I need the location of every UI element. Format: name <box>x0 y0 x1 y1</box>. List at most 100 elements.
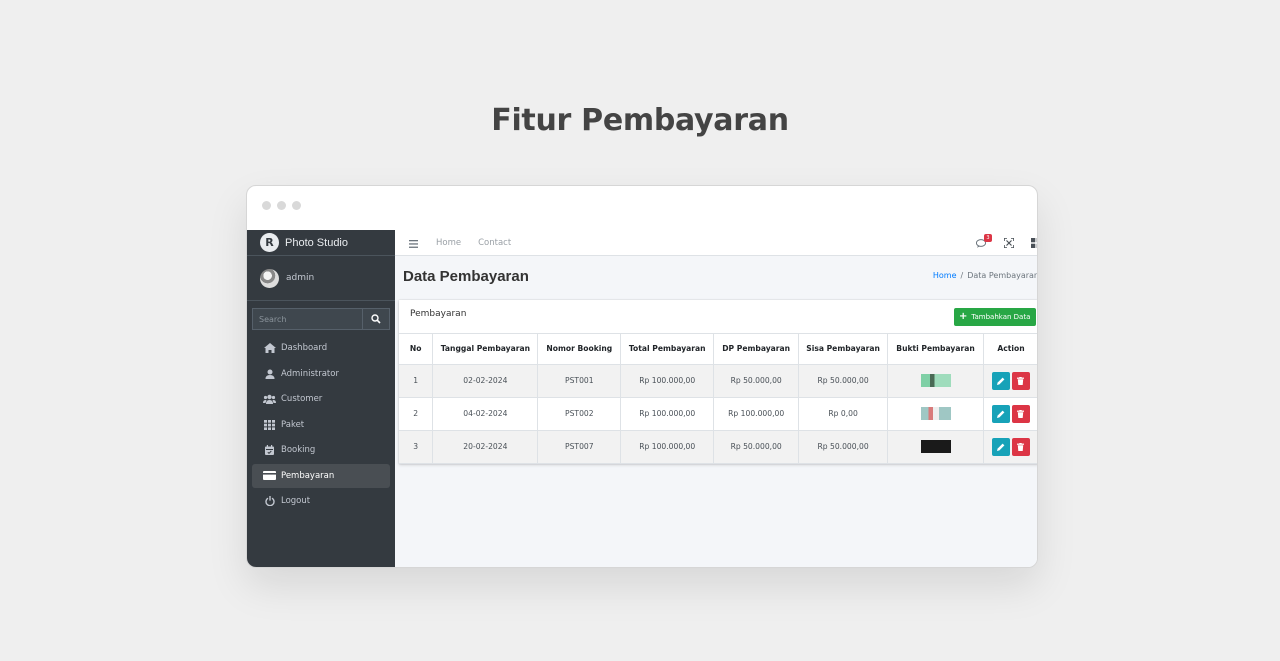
cell-tanggal: 20-02-2024 <box>432 429 539 464</box>
window-dot-icon <box>292 201 301 210</box>
payments-table: No Tanggal Pembayaran Nomor Booking Tota… <box>399 334 1037 464</box>
delete-button[interactable] <box>1011 371 1030 390</box>
sidebar-item-paket[interactable]: Paket <box>252 413 390 437</box>
pencil-icon <box>996 443 1005 451</box>
table-row: 1 02-02-2024 PST001 Rp 100.000,00 Rp 50.… <box>399 363 1037 398</box>
notification-badge: 3 <box>984 233 992 242</box>
brand-link[interactable]: R Photo Studio <box>247 230 395 256</box>
breadcrumb: Home / Data Pembayaran <box>933 271 1038 280</box>
cell-bukti <box>887 396 984 431</box>
column-header[interactable]: DP Pembayaran <box>713 334 800 365</box>
cell-total: Rp 100.000,00 <box>620 396 715 431</box>
column-header[interactable]: No <box>399 334 434 365</box>
sidebar-item-label: Customer <box>281 394 323 404</box>
delete-button[interactable] <box>1011 404 1030 423</box>
table-header-row: No Tanggal Pembayaran Nomor Booking Tota… <box>399 334 1037 365</box>
sidebar-item-pembayaran[interactable]: Pembayaran <box>252 463 390 488</box>
sidebar-item-label: Booking <box>281 445 316 455</box>
cell-bukti <box>887 363 984 398</box>
content-title: Data Pembayaran <box>403 268 529 285</box>
avatar <box>260 268 279 288</box>
calendar-icon <box>263 445 276 456</box>
nav-link-contact[interactable]: Contact <box>478 238 511 248</box>
payment-proof-thumbnail[interactable] <box>920 440 951 453</box>
sidebar-search-input[interactable] <box>252 308 362 330</box>
user-panel[interactable]: admin <box>247 256 395 301</box>
card-header: Pembayaran + Tambahkan Data <box>399 300 1037 334</box>
sidebar-search-button[interactable] <box>362 308 390 330</box>
cell-sisa: Rp 0,00 <box>798 396 889 431</box>
messages-button[interactable]: 3 <box>976 233 992 248</box>
sidebar-item-label: Logout <box>281 496 311 506</box>
browser-window: R Photo Studio admin Dashboard <box>246 185 1038 568</box>
breadcrumb-current: Data Pembayaran <box>967 271 1038 280</box>
edit-button[interactable] <box>991 371 1010 390</box>
plus-icon: + <box>959 311 968 322</box>
home-icon <box>263 343 276 354</box>
cell-dp: Rp 100.000,00 <box>713 396 800 431</box>
column-header[interactable]: Total Pembayaran <box>620 334 715 365</box>
delete-button[interactable] <box>1011 437 1030 456</box>
column-header[interactable]: Sisa Pembayaran <box>798 334 889 365</box>
sidebar-item-booking[interactable]: Booking <box>252 438 390 462</box>
window-dot-icon <box>262 201 271 210</box>
cell-nomor-booking: PST001 <box>537 363 622 398</box>
sidebar-item-logout[interactable]: Logout <box>252 489 390 513</box>
trash-icon <box>1017 409 1025 418</box>
cell-no: 3 <box>399 429 434 464</box>
breadcrumb-home[interactable]: Home <box>933 271 957 280</box>
pembayaran-card: Pembayaran + Tambahkan Data No Tanggal P… <box>399 300 1037 464</box>
cell-no: 2 <box>399 396 434 431</box>
users-icon <box>263 394 276 405</box>
add-data-label: Tambahkan Data <box>971 313 1031 321</box>
cell-bukti <box>887 429 984 464</box>
trash-icon <box>1017 376 1025 385</box>
apps-icon <box>1031 238 1037 248</box>
cell-total: Rp 100.000,00 <box>620 363 715 398</box>
search-icon <box>371 314 381 324</box>
main-content: Home Contact 3 Data Pembayaran Home / Da… <box>395 230 1038 567</box>
cell-nomor-booking: PST007 <box>537 429 622 464</box>
cell-no: 1 <box>399 363 434 398</box>
fullscreen-button[interactable] <box>1004 238 1014 248</box>
page-heading: Fitur Pembayaran <box>491 103 789 138</box>
menu-toggle-icon[interactable] <box>409 233 419 252</box>
cell-nomor-booking: PST002 <box>537 396 622 431</box>
user-icon <box>263 368 276 379</box>
payment-proof-thumbnail[interactable] <box>920 374 951 387</box>
control-sidebar-button[interactable] <box>1031 238 1037 248</box>
sidebar-search <box>252 308 390 330</box>
sidebar-item-administrator[interactable]: Administrator <box>252 362 390 386</box>
window-dot-icon <box>277 201 286 210</box>
top-navbar: Home Contact 3 <box>395 230 1037 256</box>
payment-proof-thumbnail[interactable] <box>920 407 951 420</box>
cell-action <box>982 396 1037 431</box>
pencil-icon <box>996 377 1005 385</box>
cell-action <box>982 363 1037 398</box>
sidebar-item-label: Pembayaran <box>281 470 335 481</box>
navbar-right: 3 <box>976 230 1037 256</box>
edit-button[interactable] <box>991 437 1010 456</box>
sidebar-item-label: Administrator <box>281 368 339 379</box>
table-row: 2 04-02-2024 PST002 Rp 100.000,00 Rp 100… <box>399 396 1037 431</box>
table-row: 3 20-02-2024 PST007 Rp 100.000,00 Rp 50.… <box>399 429 1037 464</box>
nav-link-home[interactable]: Home <box>436 238 461 248</box>
column-header[interactable]: Bukti Pembayaran <box>887 334 984 365</box>
edit-button[interactable] <box>991 404 1010 423</box>
column-header[interactable]: Nomor Booking <box>537 334 622 365</box>
column-header[interactable]: Tanggal Pembayaran <box>432 334 539 365</box>
expand-icon <box>1004 238 1014 248</box>
sidebar-nav: Dashboard Administrator Customer Paket B… <box>247 336 395 513</box>
cell-tanggal: 04-02-2024 <box>432 396 539 431</box>
credit-card-icon <box>263 470 276 481</box>
sidebar-item-dashboard[interactable]: Dashboard <box>252 336 390 360</box>
cell-action <box>982 429 1037 464</box>
add-data-button[interactable]: + Tambahkan Data <box>954 308 1037 326</box>
grid-icon <box>263 419 276 430</box>
breadcrumb-separator: / <box>960 271 964 280</box>
sidebar: R Photo Studio admin Dashboard <box>247 230 395 567</box>
sidebar-item-customer[interactable]: Customer <box>252 387 390 411</box>
trash-icon <box>1017 442 1025 451</box>
cell-sisa: Rp 50.000,00 <box>798 429 889 464</box>
brand-logo-icon: R <box>260 233 279 252</box>
